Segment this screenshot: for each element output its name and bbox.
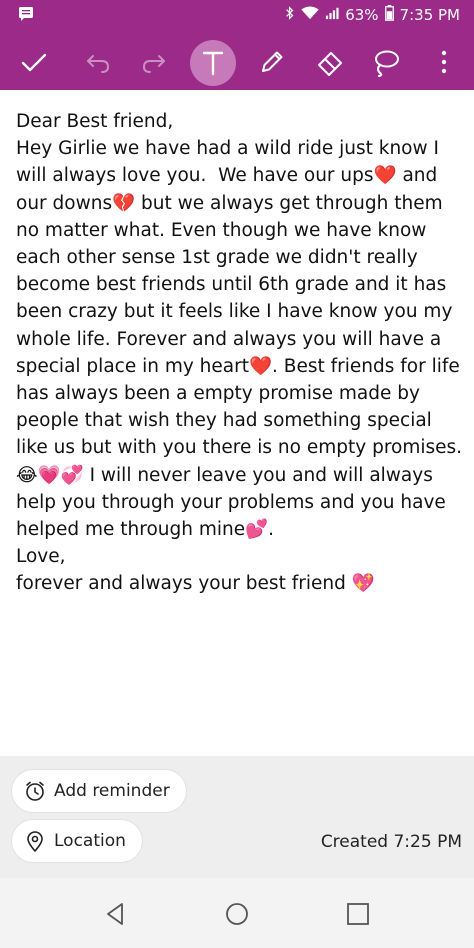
created-timestamp: Created 7:25 PM [320,832,462,852]
recent-apps-button[interactable] [344,900,372,928]
message-notification-icon [18,6,34,22]
text-icon [202,51,224,76]
wifi-icon [301,6,319,24]
eraser-button[interactable] [314,46,346,78]
back-button[interactable] [102,900,130,928]
add-reminder-label: Add reminder [54,781,170,801]
battery-icon [384,5,394,25]
back-triangle-icon [107,903,123,925]
undo-icon [87,55,110,73]
lasso-icon [375,50,399,77]
location-button[interactable]: Location [12,820,142,862]
redo-icon [142,55,165,73]
undo-button[interactable] [82,46,114,78]
redo-button[interactable] [138,46,170,78]
battery-percent: 63% [345,6,379,24]
home-button[interactable] [223,900,251,928]
status-right: 63% 7:35 PM [285,5,460,25]
check-icon [21,53,47,72]
pen-button[interactable] [256,46,288,78]
navigation-bar [0,878,474,948]
location-pin-icon [27,831,43,852]
alarm-clock-icon [26,781,44,801]
location-label: Location [54,831,126,851]
more-icon [441,50,447,74]
add-reminder-button[interactable]: Add reminder [12,770,186,812]
pen-icon [262,51,283,72]
eraser-icon [318,52,342,76]
recent-apps-square-icon [347,903,369,925]
bluetooth-icon [285,5,295,25]
lasso-button[interactable] [370,46,402,78]
home-circle-icon [226,903,248,925]
signal-icon [325,6,339,24]
editor-toolbar [0,32,474,90]
more-options-button[interactable] [428,46,460,78]
note-body-text[interactable]: Dear Best friend, Hey Girlie we have had… [16,108,466,598]
check-button[interactable] [18,46,50,78]
text-mode-button[interactable] [190,40,236,86]
clock: 7:35 PM [399,6,460,24]
status-bar: 63% 7:35 PM [0,0,474,32]
